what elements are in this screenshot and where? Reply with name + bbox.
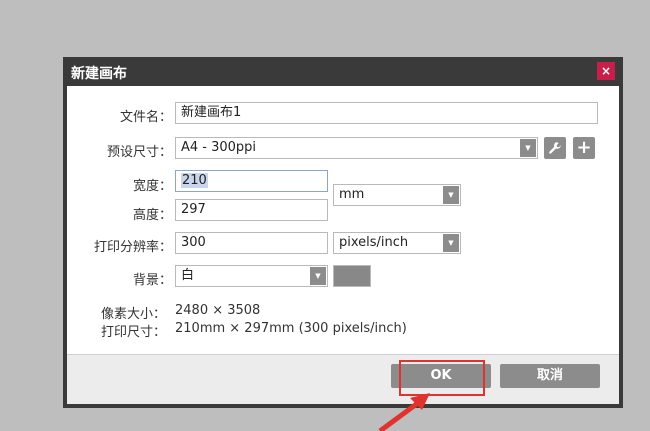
pointer-arrow-icon: [378, 393, 430, 431]
resolution-unit-select[interactable]: pixels/inch ▼: [333, 232, 461, 254]
filename-label: 文件名：: [119, 110, 172, 125]
chevron-down-icon: ▼: [520, 139, 536, 157]
resolution-unit-value: pixels/inch: [339, 235, 409, 250]
background-value: 白: [181, 268, 195, 283]
resolution-input[interactable]: 300: [175, 232, 328, 254]
dialog-titlebar: 新建画布 ×: [63, 57, 623, 86]
dialog-footer: OK 取消: [67, 354, 619, 404]
wrench-button[interactable]: [544, 137, 566, 159]
preset-select[interactable]: A4 - 300ppi ▼: [175, 137, 538, 159]
print-size-label: 打印尺寸：: [101, 325, 167, 340]
pixel-size-label: 像素大小：: [101, 307, 167, 322]
width-label: 宽度：: [132, 179, 172, 194]
filename-input[interactable]: 新建画布1: [175, 102, 598, 124]
cancel-button[interactable]: 取消: [500, 364, 600, 388]
close-button[interactable]: ×: [597, 62, 615, 80]
chevron-down-icon: ▼: [310, 267, 326, 285]
print-size-value: 210mm × 297mm (300 pixels/inch): [175, 321, 407, 336]
width-input[interactable]: 210: [175, 170, 328, 192]
background-select[interactable]: 白 ▼: [175, 265, 328, 287]
unit-value: mm: [339, 187, 365, 202]
background-color-swatch[interactable]: [333, 265, 371, 287]
chevron-down-icon: ▼: [443, 234, 459, 252]
background-label: 背景：: [132, 273, 172, 288]
dialog-body: 文件名： 新建画布1 预设尺寸： A4 - 300ppi ▼ + 宽度： 210…: [67, 86, 619, 354]
unit-select[interactable]: mm ▼: [333, 184, 461, 206]
chevron-down-icon: ▼: [443, 186, 459, 204]
plus-icon: +: [576, 137, 592, 158]
add-preset-button[interactable]: +: [573, 137, 595, 159]
resolution-label: 打印分辨率：: [93, 240, 172, 255]
width-value: 210: [181, 173, 208, 188]
wrench-icon: [549, 142, 561, 154]
height-input[interactable]: 297: [175, 199, 328, 221]
preset-label: 预设尺寸：: [106, 145, 172, 160]
close-icon: ×: [600, 64, 612, 78]
new-canvas-dialog: 新建画布 × 文件名： 新建画布1 预设尺寸： A4 - 300ppi ▼ + …: [63, 57, 623, 408]
pixel-size-value: 2480 × 3508: [175, 303, 261, 318]
preset-value: A4 - 300ppi: [181, 140, 257, 155]
dialog-title: 新建画布: [71, 66, 127, 82]
height-label: 高度：: [132, 208, 172, 223]
